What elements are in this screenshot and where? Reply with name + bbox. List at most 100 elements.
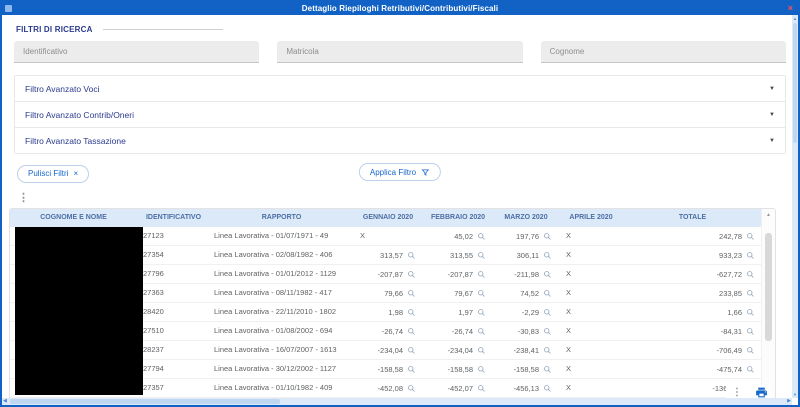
magnifier-icon[interactable] (407, 251, 416, 260)
magnifier-icon[interactable] (477, 232, 486, 241)
amount: 79,66 (384, 285, 403, 302)
filter-actions: Pulisci Filtri × Applica Filtro (14, 163, 786, 182)
month-value: X (559, 265, 623, 283)
grid-scrollbar[interactable]: ▲ ▼ (761, 209, 775, 401)
magnifier-icon[interactable] (477, 346, 486, 355)
scroll-up-icon[interactable]: ▲ (762, 212, 775, 218)
scrollbar-thumb[interactable] (765, 233, 772, 341)
horizontal-scrollbar[interactable]: ◀ ▶ (2, 398, 792, 405)
magnifier-icon[interactable] (477, 251, 486, 260)
magnifier-icon[interactable] (477, 270, 486, 279)
chevron-down-icon: ▼ (769, 112, 775, 118)
column-header-aprile[interactable]: APRILE 2020 (559, 209, 623, 227)
grid-header: COGNOME E NOME IDENTIFICATIVO RAPPORTO G… (10, 209, 762, 227)
legend-divider (103, 29, 223, 30)
magnifier-icon[interactable] (407, 270, 416, 279)
accordion-filtro-voci[interactable]: Filtro Avanzato Voci ▼ (15, 76, 785, 102)
amount: 313,55 (450, 247, 473, 264)
month-value: -475,74 (623, 360, 762, 378)
redaction-overlay (15, 227, 143, 395)
month-value: -158,58 (493, 360, 559, 378)
magnifier-icon[interactable] (746, 251, 755, 260)
column-header-cognome[interactable]: COGNOME E NOME (10, 209, 137, 227)
magnifier-icon[interactable] (407, 365, 416, 374)
magnifier-icon[interactable] (543, 327, 552, 336)
matricola-input[interactable] (277, 41, 522, 63)
amount: -475,74 (717, 361, 742, 378)
month-value: X (559, 227, 623, 245)
identificativo-cell: 27796 (137, 265, 210, 283)
more-options-icon[interactable]: ⋮ (18, 193, 28, 204)
amount: -158,58 (514, 361, 539, 378)
accordion-filtro-tassazione[interactable]: Filtro Avanzato Tassazione ▼ (15, 128, 785, 153)
scroll-down-icon[interactable]: ▼ (792, 392, 798, 397)
magnifier-icon[interactable] (543, 251, 552, 260)
month-value: X (559, 284, 623, 302)
month-value: 313,57 (353, 246, 423, 264)
column-header-identificativo[interactable]: IDENTIFICATIVO (137, 209, 210, 227)
identificativo-cell: 27510 (137, 322, 210, 340)
month-value: -234,04 (423, 341, 493, 359)
magnifier-icon[interactable] (407, 289, 416, 298)
magnifier-icon[interactable] (746, 308, 755, 317)
identificativo-cell: 27363 (137, 284, 210, 302)
accordion-label: Filtro Avanzato Voci (25, 84, 100, 94)
magnifier-icon[interactable] (407, 346, 416, 355)
month-value: -30,83 (493, 322, 559, 340)
magnifier-icon[interactable] (477, 308, 486, 317)
magnifier-icon[interactable] (543, 289, 552, 298)
magnifier-icon[interactable] (407, 384, 416, 393)
accordion-filtro-contrib-oneri[interactable]: Filtro Avanzato Contrib/Oneri ▼ (15, 102, 785, 128)
scroll-right-icon[interactable]: ▶ (787, 398, 791, 405)
amount: -211,98 (514, 266, 539, 283)
rapporto-cell: Linea Lavorativa - 01/01/2012 - 1129 (210, 265, 353, 283)
hscroll-thumb[interactable] (10, 399, 280, 404)
clear-filters-chip[interactable]: Pulisci Filtri × (17, 165, 89, 183)
magnifier-icon[interactable] (543, 232, 552, 241)
window-vertical-scrollbar[interactable]: ▲ ▼ (792, 15, 798, 398)
column-header-marzo[interactable]: MARZO 2020 (493, 209, 559, 227)
column-header-gennaio[interactable]: GENNAIO 2020 (353, 209, 423, 227)
magnifier-icon[interactable] (407, 327, 416, 336)
magnifier-icon[interactable] (746, 327, 755, 336)
filter-funnel-icon (421, 168, 430, 177)
scroll-left-icon[interactable]: ◀ (3, 398, 7, 405)
title-bar[interactable]: Dettaglio Riepiloghi Retributivi/Contrib… (2, 2, 798, 15)
magnifier-icon[interactable] (746, 289, 755, 298)
magnifier-icon[interactable] (543, 270, 552, 279)
month-value: 933,23 (623, 246, 762, 264)
column-header-febbraio[interactable]: FEBBRAIO 2020 (423, 209, 493, 227)
identificativo-input[interactable] (14, 41, 259, 63)
scroll-up-icon[interactable]: ▲ (792, 16, 798, 21)
magnifier-icon[interactable] (477, 289, 486, 298)
column-header-rapporto[interactable]: RAPPORTO (210, 209, 353, 227)
month-value: -26,74 (353, 322, 423, 340)
magnifier-icon[interactable] (543, 384, 552, 393)
magnifier-icon[interactable] (477, 384, 486, 393)
magnifier-icon[interactable] (746, 232, 755, 241)
app-icon (5, 5, 12, 12)
magnifier-icon[interactable] (746, 270, 755, 279)
column-header-totale[interactable]: TOTALE (623, 209, 762, 227)
month-value: -452,08 (353, 379, 423, 397)
vscroll-thumb[interactable] (793, 23, 797, 143)
chevron-down-icon: ▼ (769, 138, 775, 144)
close-icon[interactable]: × (73, 169, 78, 178)
magnifier-icon[interactable] (746, 365, 755, 374)
magnifier-icon[interactable] (543, 308, 552, 317)
magnifier-icon[interactable] (477, 365, 486, 374)
close-icon[interactable]: × (788, 2, 793, 15)
month-value: -2,29 (493, 303, 559, 321)
amount: -238,41 (514, 342, 539, 359)
magnifier-icon[interactable] (543, 365, 552, 374)
magnifier-icon[interactable] (407, 308, 416, 317)
grid-more-options-icon[interactable]: ⋮ (732, 387, 742, 399)
rapporto-cell: Linea Lavorativa - 02/08/1982 - 406 (210, 246, 353, 264)
amount: -26,74 (382, 323, 403, 340)
amount: 1,66 (727, 304, 742, 321)
apply-filter-chip[interactable]: Applica Filtro (359, 163, 441, 181)
magnifier-icon[interactable] (746, 346, 755, 355)
magnifier-icon[interactable] (477, 327, 486, 336)
cognome-input[interactable] (541, 41, 786, 63)
magnifier-icon[interactable] (543, 346, 552, 355)
